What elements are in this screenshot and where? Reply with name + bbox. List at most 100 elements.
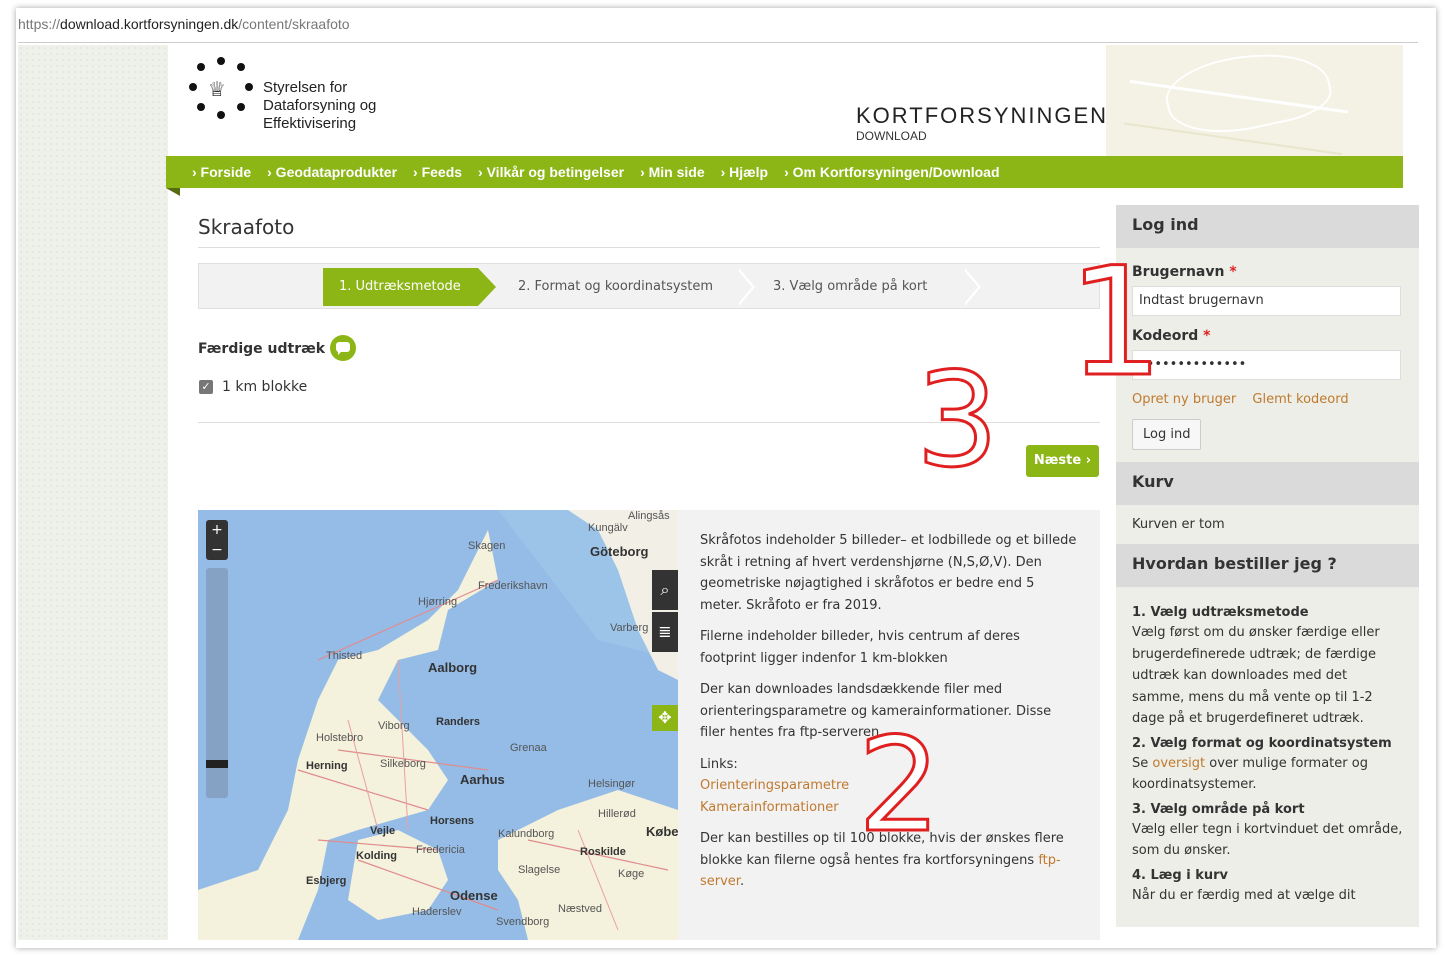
login-button[interactable]: Log ind	[1132, 419, 1202, 450]
nav-geodataprodukter[interactable]: › Geodataprodukter	[267, 164, 397, 180]
step-separator	[736, 268, 755, 306]
org-name: Styrelsen for Dataforsyning og Effektivi…	[263, 79, 376, 133]
city-label: Holstebro	[316, 732, 364, 744]
account-links: Opret ny bruger Glemt kodeord	[1132, 392, 1403, 407]
page-title: Skraafoto	[198, 215, 295, 239]
next-button[interactable]: Næste ›	[1026, 445, 1099, 477]
nav-hjaelp[interactable]: › Hjælp	[721, 164, 768, 180]
howto-step-text: Se oversigt over mulige formater og koor…	[1132, 753, 1403, 796]
org-line: Dataforsyning og	[263, 97, 377, 114]
checkbox-1km-blokke[interactable]: ✓	[199, 380, 213, 394]
main-nav: › Forside › Geodataprodukter › Feeds › V…	[166, 156, 1403, 188]
city-label: Herning	[306, 760, 348, 772]
step-udtraeksmetode[interactable]: 1. Udtræksmetode	[323, 268, 496, 306]
url-path: /content/skraafoto	[238, 16, 350, 32]
howto-step-text: Vælg først om du ønsker færdige eller br…	[1132, 625, 1380, 726]
section-label: Færdige udtræk	[198, 341, 326, 357]
info-paragraph: Filerne indeholder billeder, hvis centru…	[700, 629, 1020, 666]
nav-ribbon-corner	[166, 188, 180, 196]
page: ♕ Styrelsen for Dataforsyning og Effekti…	[166, 45, 1419, 940]
zoom-slider-handle[interactable]	[206, 760, 228, 768]
city-label: Randers	[436, 716, 481, 728]
info-paragraph: Skråfotos indeholder 5 billeder– et lodb…	[700, 533, 1077, 613]
annotation-3: 3	[915, 344, 1001, 496]
city-label: Næstved	[558, 903, 603, 915]
brand-subtitle: DOWNLOAD	[856, 129, 927, 143]
step-format[interactable]: 2. Format og koordinatsystem	[502, 268, 742, 306]
layers-icon[interactable]: ≣	[652, 612, 678, 652]
username-label: Brugernavn *	[1132, 264, 1403, 280]
pan-move-icon[interactable]: ✥	[652, 705, 678, 731]
city-label: Grenaa	[510, 742, 547, 754]
org-line: Styrelsen for	[263, 79, 348, 96]
city-label: Kolding	[356, 850, 397, 862]
crown-icon: ♕	[208, 77, 226, 101]
city-label: Slagelse	[518, 864, 561, 876]
nav-feeds[interactable]: › Feeds	[413, 164, 462, 180]
city-label: Odense	[450, 888, 498, 903]
forgot-password-link[interactable]: Glemt kodeord	[1252, 392, 1348, 407]
city-label: Roskilde	[580, 846, 626, 858]
oversigt-link[interactable]: oversigt	[1152, 756, 1205, 771]
step-separator	[962, 268, 981, 306]
city-label: Køge	[618, 868, 645, 880]
url-divider	[18, 42, 1418, 43]
nav-om[interactable]: › Om Kortforsyningen/Download	[784, 164, 999, 180]
org-line: Effektivisering	[263, 115, 357, 132]
annotation-1: 1	[1066, 236, 1164, 410]
title-divider	[198, 247, 1100, 248]
required-mark: *	[1203, 328, 1211, 344]
map-viewer[interactable]: Skagen Frederikshavn Hjørring Thisted Aa…	[198, 510, 678, 940]
howto-step-title: 1. Vælg udtræksmetode	[1132, 605, 1309, 620]
required-mark: *	[1229, 264, 1237, 280]
cart-heading: Kurv	[1116, 462, 1419, 505]
city-label: Hillerød	[598, 808, 636, 820]
city-label: Aarhus	[460, 772, 505, 787]
city-label: Københ	[646, 824, 678, 839]
step-wizard: 1. Udtræksmetode 2. Format og koordinats…	[198, 263, 1100, 309]
city-label: Fredericia	[416, 844, 465, 856]
howto-step-text: Vælg eller tegn i kortvinduet det område…	[1132, 821, 1403, 859]
username-field[interactable]: Indtast brugernavn	[1132, 286, 1401, 316]
howto-text: Se	[1132, 755, 1153, 771]
city-label: Helsingør	[588, 778, 636, 790]
city-label: Svendborg	[496, 916, 550, 928]
city-label: Vejle	[370, 825, 396, 837]
city-label: Viborg	[378, 720, 410, 732]
nav-min-side[interactable]: › Min side	[640, 164, 705, 180]
city-label: Haderslev	[412, 906, 462, 918]
city-label: Kungälv	[588, 522, 628, 534]
zoom-in-button[interactable]: +	[206, 520, 228, 540]
page-background	[18, 45, 168, 940]
howto-heading: Hvordan bestiller jeg ?	[1116, 544, 1419, 587]
chat-bubble-icon[interactable]	[330, 335, 356, 361]
info-text: .	[739, 874, 745, 889]
city-label: Esbjerg	[306, 875, 347, 887]
city-label: Frederikshavn	[478, 580, 548, 592]
url-scheme: https://	[18, 16, 61, 32]
city-label: Göteborg	[590, 544, 649, 559]
brand-title[interactable]: KORTFORSYNINGEN	[856, 103, 1108, 129]
zoom-out-button[interactable]: −	[206, 540, 228, 560]
city-label: Hjørring	[418, 596, 458, 608]
howto-list: 1. Vælg udtræksmetode Vælg først om du ø…	[1116, 587, 1419, 927]
howto-step-title: 3. Vælg område på kort	[1132, 801, 1305, 817]
city-label: Varberg	[610, 622, 649, 634]
step-omraade[interactable]: 3. Vælg område på kort	[757, 268, 967, 306]
zoom-control: + −	[206, 520, 228, 560]
nav-vilkaar[interactable]: › Vilkår og betingelser	[478, 164, 624, 180]
password-field[interactable]: ••••••••••••••	[1132, 350, 1401, 380]
city-label: Skagen	[468, 540, 506, 552]
city-label: Alingsås	[628, 510, 670, 522]
howto-step-title: 4. Læg i kurv	[1132, 867, 1229, 883]
annotation-2: 2	[857, 709, 943, 861]
checkbox-label: 1 km blokke	[222, 379, 308, 395]
city-label: Silkeborg	[380, 758, 426, 770]
city-label: Kalundborg	[498, 828, 555, 840]
header-map-decoration	[1106, 45, 1403, 157]
search-icon[interactable]: ⌕	[652, 570, 678, 610]
password-label: Kodeord *	[1132, 328, 1403, 344]
url-host: download.kortforsyningen.dk	[60, 16, 239, 32]
nav-forside[interactable]: › Forside	[192, 164, 251, 180]
url-bar[interactable]: https://download.kortforsyningen.dk/cont…	[18, 16, 350, 32]
